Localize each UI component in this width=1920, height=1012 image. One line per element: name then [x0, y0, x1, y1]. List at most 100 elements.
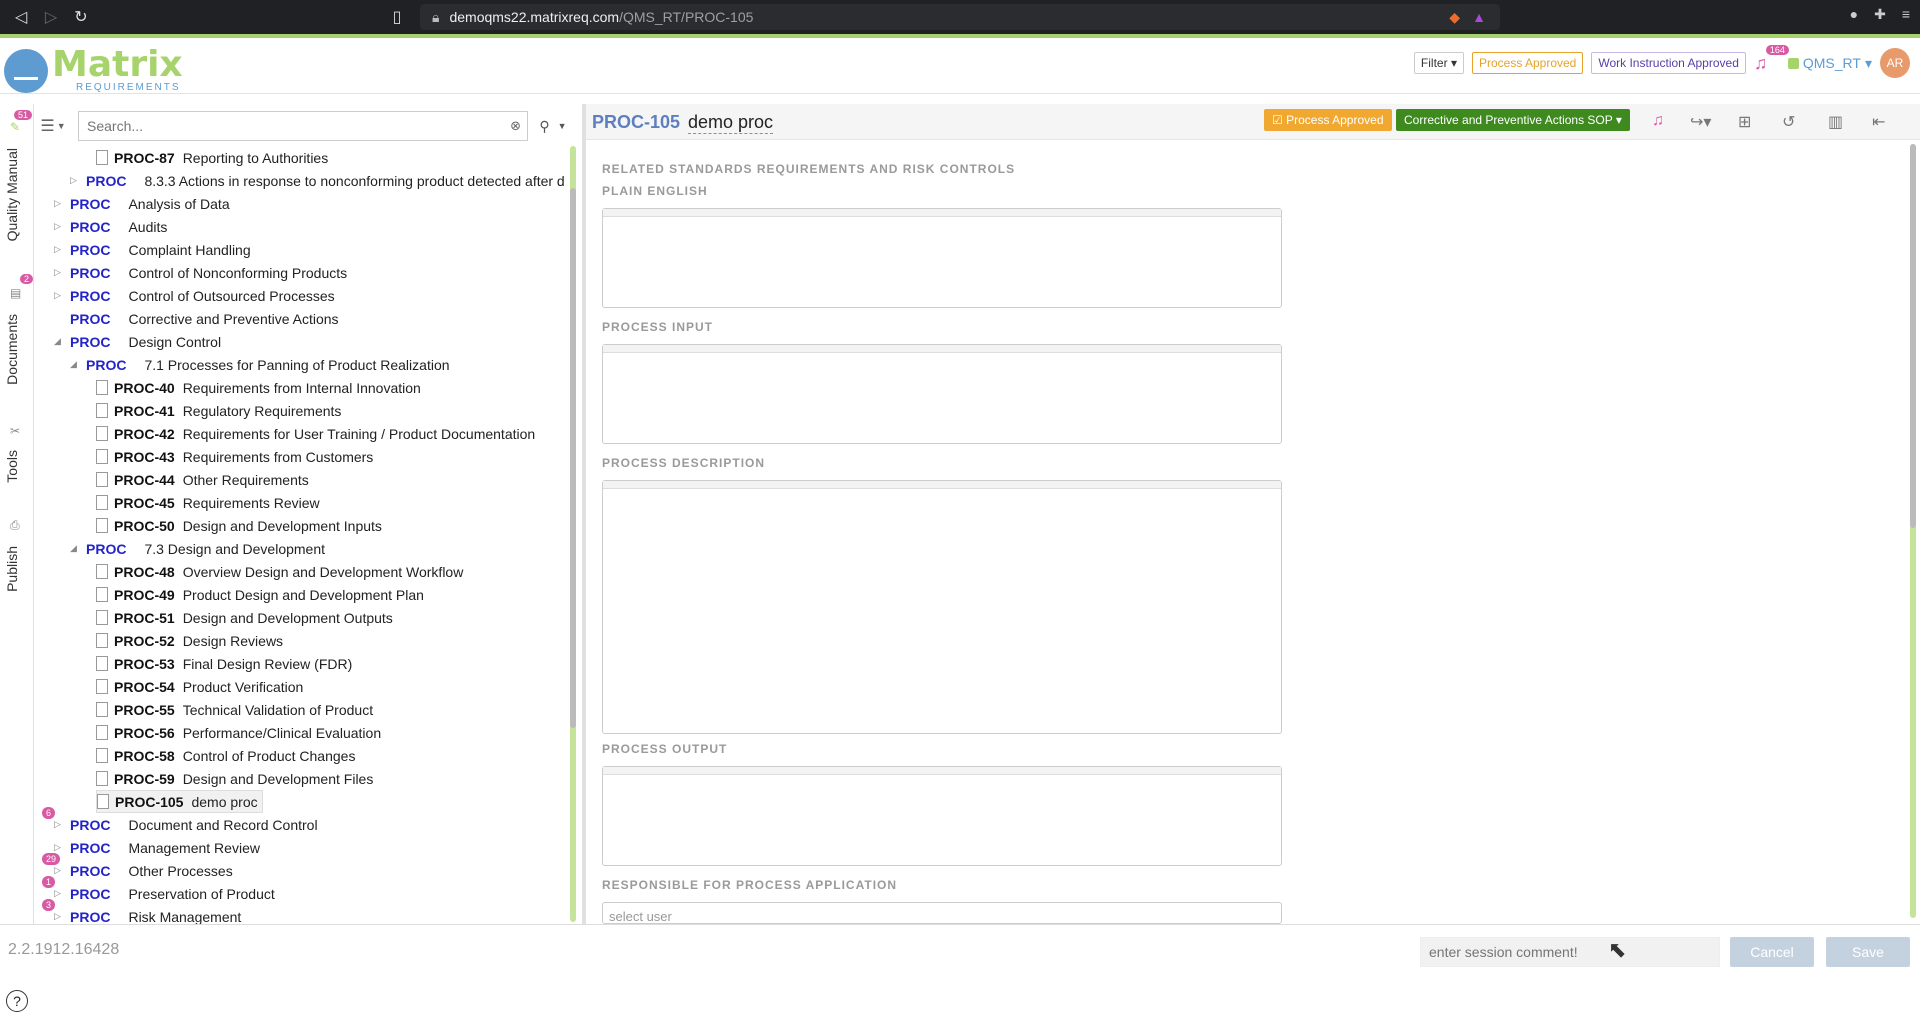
share-icon[interactable]: ↪▾	[1690, 112, 1711, 132]
tab-documents[interactable]: Documents	[4, 314, 20, 385]
expand-toggle-icon[interactable]: ▷	[54, 842, 64, 853]
delete-icon[interactable]: ▥	[1828, 112, 1843, 132]
tree-item[interactable]: PROC-44 Other Requirements	[96, 468, 309, 491]
expand-toggle-icon[interactable]: ▷	[54, 911, 64, 922]
process-output-editor[interactable]	[602, 766, 1282, 866]
process-approved-filter[interactable]: Process Approved	[1471, 52, 1584, 74]
tree-list: PROC-87 Reporting to Authorities ▷ PROC 8.3.…	[34, 146, 570, 924]
expand-toggle-icon[interactable]: ▷	[54, 244, 64, 255]
matrix-logo[interactable]: Matrix REQUIREMENTS	[4, 47, 183, 93]
expand-toggle-icon[interactable]: ▷	[54, 198, 64, 209]
tree-folder[interactable]: PROC Corrective and Preventive Actions	[54, 307, 339, 330]
help-icon[interactable]: ?	[6, 990, 28, 1012]
hierarchy-icon[interactable]: ⊞	[1738, 112, 1751, 132]
back-icon[interactable]: ◁	[6, 2, 36, 32]
tree-folder[interactable]: ▷ PROC Control of Outsourced Processes	[54, 284, 335, 307]
tab-publish[interactable]: Publish	[4, 546, 20, 592]
tab-quality-manual[interactable]: Quality Manual	[4, 148, 20, 241]
process-input-editor[interactable]	[602, 344, 1282, 444]
tree-folder[interactable]: ◢ PROC 7.1 Processes for Panning of Produc…	[70, 353, 450, 376]
notifications-bell[interactable]: ♫ 164	[1754, 44, 1789, 74]
tree-item[interactable]: PROC-49 Product Design and Development Pl…	[96, 583, 424, 606]
tree-item[interactable]: PROC-59 Design and Development Files	[96, 767, 373, 790]
tree-item[interactable]: PROC-53 Final Design Review (FDR)	[96, 652, 352, 675]
tree-item[interactable]: PROC-42 Requirements for User Training / …	[96, 422, 535, 445]
tree-folder[interactable]: ▷ PROC Risk Management	[54, 905, 241, 925]
expand-toggle-icon[interactable]: ◢	[54, 336, 64, 347]
history-icon[interactable]: ↺	[1782, 112, 1795, 132]
bookmark-icon[interactable]: ▯	[382, 2, 412, 32]
capa-sop-label[interactable]: Corrective and Preventive Actions SOP ▾	[1396, 109, 1630, 131]
process-description-editor[interactable]	[602, 480, 1282, 734]
tree-folder[interactable]: ▷ PROC Management Review	[54, 836, 260, 859]
tree-count-badge: 29	[42, 853, 61, 865]
expand-toggle-icon[interactable]: ◢	[70, 543, 80, 554]
folder-id: PROC	[86, 172, 127, 189]
tree-folder[interactable]: ◢ PROC 7.3 Design and Development	[70, 537, 325, 560]
tree-item[interactable]: PROC-87 Reporting to Authorities	[96, 146, 328, 169]
expand-toggle-icon[interactable]: ▷	[54, 221, 64, 232]
tree-item[interactable]: PROC-55 Technical Validation of Product	[96, 698, 373, 721]
tree-search-input[interactable]	[79, 112, 527, 140]
tree-item[interactable]: PROC-41 Regulatory Requirements	[96, 399, 341, 422]
expand-toggle-icon[interactable]: ▷	[54, 819, 64, 830]
tree-item[interactable]: PROC-105 demo proc	[96, 790, 263, 813]
tree-item[interactable]: PROC-52 Design Reviews	[96, 629, 283, 652]
item-title[interactable]: demo proc	[688, 112, 774, 134]
project-selector[interactable]: QMS_RT ▾	[1787, 55, 1872, 72]
tree-item[interactable]: PROC-43 Requirements from Customers	[96, 445, 373, 468]
address-bar[interactable]: 🔒︎ demoqms22.matrixreq.com/QMS_RT/PROC-1…	[420, 4, 1500, 30]
work-instruction-filter[interactable]: Work Instruction Approved	[1591, 52, 1746, 74]
forward-icon[interactable]: ▷	[36, 2, 66, 32]
tree-folder[interactable]: ▷ PROC Audits	[54, 215, 167, 238]
cancel-button[interactable]: Cancel	[1730, 937, 1814, 967]
menu-icon[interactable]: ≡	[1902, 6, 1910, 23]
brave-rewards-icon[interactable]: ▲	[1472, 9, 1486, 25]
tree-item[interactable]: PROC-56 Performance/Clinical Evaluation	[96, 721, 381, 744]
tree-item[interactable]: PROC-48 Overview Design and Development W…	[96, 560, 463, 583]
tree-folder[interactable]: ▷ PROC Control of Nonconforming Products	[54, 261, 347, 284]
tree-label: Complaint Handling	[128, 241, 251, 258]
tree-folder[interactable]: ▷ PROC 8.3.3 Actions in response to noncon…	[70, 169, 565, 192]
expand-toggle-icon[interactable]: ▷	[54, 290, 64, 301]
expand-toggle-icon[interactable]: ▷	[54, 865, 64, 876]
tree-item[interactable]: PROC-50 Design and Development Inputs	[96, 514, 382, 537]
tree-item[interactable]: PROC-40 Requirements from Internal Innova…	[96, 376, 421, 399]
expand-toggle-icon[interactable]: ▷	[70, 175, 80, 186]
plain-english-editor[interactable]	[602, 208, 1282, 308]
item-scrollbar-thumb[interactable]	[1910, 144, 1916, 528]
expand-toggle-icon[interactable]: ▷	[54, 888, 64, 899]
collapse-panel-icon[interactable]: ⇤	[1872, 112, 1885, 132]
process-approved-label[interactable]: ☑ Process Approved	[1264, 109, 1392, 131]
reload-icon[interactable]: ↻	[66, 2, 96, 32]
filter-dropdown[interactable]: Filter ▾	[1413, 52, 1464, 74]
save-button[interactable]: Save	[1826, 937, 1910, 967]
tree-scrollbar[interactable]	[570, 146, 576, 922]
tree-folder[interactable]: ▷ PROC Document and Record Control	[54, 813, 318, 836]
extension-icon[interactable]: ●	[1850, 6, 1858, 23]
tree-item[interactable]: PROC-54 Product Verification	[96, 675, 303, 698]
expand-toggle-icon[interactable]: ▷	[54, 267, 64, 278]
puzzle-icon[interactable]: ✚	[1874, 6, 1886, 23]
tree-item[interactable]: PROC-51 Design and Development Outputs	[96, 606, 393, 629]
expand-toggle-icon[interactable]: ◢	[70, 359, 80, 370]
tree-folder[interactable]: ▷ PROC Preservation of Product	[54, 882, 275, 905]
tree-item[interactable]: PROC-45 Requirements Review	[96, 491, 320, 514]
session-comment-input[interactable]	[1420, 937, 1720, 967]
clear-search-icon[interactable]: ⊗	[510, 118, 521, 134]
tree-folder[interactable]: ▷ PROC Analysis of Data	[54, 192, 230, 215]
user-avatar[interactable]: AR	[1880, 48, 1910, 78]
tree-scrollbar-thumb[interactable]	[570, 188, 576, 728]
tree-menu-button[interactable]: ☰ ▼	[34, 112, 72, 140]
tree-folder[interactable]: ▷ PROC Complaint Handling	[54, 238, 251, 261]
document-icon	[96, 495, 108, 510]
watch-bell-icon[interactable]: ♫	[1652, 112, 1664, 130]
tab-tools[interactable]: Tools	[4, 450, 20, 483]
tree-folder[interactable]: ◢ PROC Design Control	[54, 330, 221, 353]
brave-shield-icon[interactable]: ◆	[1449, 9, 1460, 26]
search-options-button[interactable]: ⚲ ▼	[528, 111, 578, 141]
tree-folder[interactable]: ▷ PROC Other Processes	[54, 859, 233, 882]
tree-item[interactable]: PROC-58 Control of Product Changes	[96, 744, 355, 767]
item-scrollbar[interactable]	[1910, 144, 1916, 918]
responsible-user-select[interactable]: select user	[602, 902, 1282, 924]
